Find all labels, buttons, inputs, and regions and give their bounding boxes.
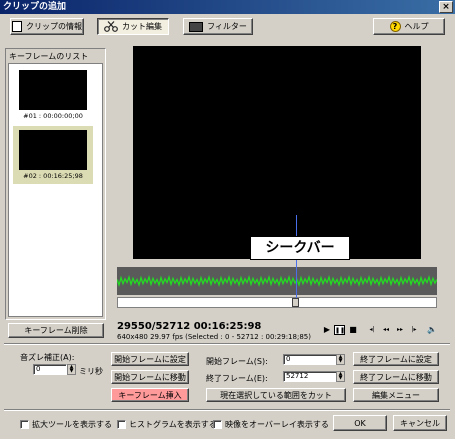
clip-info-label: クリップの情報 xyxy=(26,22,82,31)
keyframe-item[interactable]: #01 : 00:00:00;00 xyxy=(13,66,93,124)
audio-offset-spinner[interactable]: ▲ ▼ xyxy=(67,364,76,375)
close-icon[interactable]: × xyxy=(439,1,453,13)
cut-edit-label: カット編集 xyxy=(122,22,162,31)
keyframe-list-label: キーフレームのリスト xyxy=(9,52,89,61)
video-preview[interactable] xyxy=(133,46,421,259)
start-frame-input[interactable]: 0 xyxy=(283,354,337,365)
set-start-frame-button[interactable]: 開始フレームに設定 xyxy=(111,352,189,366)
seek-thumb[interactable] xyxy=(292,298,299,307)
ok-button[interactable]: OK xyxy=(333,415,387,431)
filter-label: フィルター xyxy=(207,22,247,31)
cut-edit-tab[interactable]: カット編集 xyxy=(97,18,169,35)
fast-forward-icon[interactable]: ▸▸ xyxy=(394,325,406,335)
checkbox-label: 拡大ツールを表示する xyxy=(32,420,112,429)
filter-tab[interactable]: フィルター xyxy=(183,18,253,35)
film-icon xyxy=(189,21,204,32)
seek-bar-callout: シークバー xyxy=(250,236,350,260)
rewind-icon[interactable]: ◂◂ xyxy=(380,325,392,335)
stop-icon[interactable]: ■ xyxy=(348,325,358,335)
end-frame-spinner[interactable]: ▲ ▼ xyxy=(336,371,345,382)
waveform-line xyxy=(117,274,437,288)
keyframe-panel: キーフレームのリスト #01 : 00:00:00;00 #02 : 00:16… xyxy=(5,48,106,320)
play-icon[interactable]: ▶ xyxy=(322,325,332,335)
cut-selection-button[interactable]: 現在選択している範囲をカット xyxy=(206,388,346,402)
help-icon: ? xyxy=(389,21,401,32)
divider xyxy=(4,409,450,411)
keyframe-thumbnail xyxy=(19,70,87,110)
preview-area xyxy=(111,46,446,341)
delete-keyframe-button[interactable]: キーフレーム削除 xyxy=(8,323,104,338)
help-button[interactable]: ? ヘルプ xyxy=(373,18,445,35)
cancel-button[interactable]: キャンセル xyxy=(393,415,447,431)
checkbox-box[interactable] xyxy=(117,420,126,429)
document-icon xyxy=(12,21,22,32)
start-frame-label: 開始フレーム(S): xyxy=(206,357,268,366)
end-frame-input[interactable]: 52712 xyxy=(283,371,337,382)
keyframe-list[interactable]: #01 : 00:00:00;00 #02 : 00:16:25;98 xyxy=(8,63,103,317)
end-frame-label: 終了フレーム(E): xyxy=(206,374,268,383)
clip-info-tab[interactable]: クリップの情報 xyxy=(10,18,84,35)
keyframe-item-selected[interactable]: #02 : 00:16:25;98 xyxy=(13,126,93,184)
audio-offset-input[interactable]: 0 xyxy=(33,364,67,375)
checkbox-label: ヒストグラムを表示する xyxy=(129,420,217,429)
pause-icon[interactable]: ❚❚ xyxy=(334,325,345,335)
set-end-frame-button[interactable]: 終了フレームに設定 xyxy=(353,352,439,366)
keyframe-caption: #02 : 00:16:25;98 xyxy=(23,172,83,180)
show-zoom-tool-checkbox[interactable]: 拡大ツールを表示する xyxy=(20,419,112,430)
video-info: 640x480 29.97 fps (Selected : 0 - 52712 … xyxy=(117,333,311,341)
show-histogram-checkbox[interactable]: ヒストグラムを表示する xyxy=(117,419,217,430)
window-titlebar: クリップの追加 × xyxy=(0,0,455,14)
window-title: クリップの追加 xyxy=(3,2,67,12)
overlay-video-checkbox[interactable]: 映像をオーバーレイ表示する xyxy=(213,419,329,430)
checkbox-box[interactable] xyxy=(213,420,222,429)
next-keyframe-icon[interactable]: |▸ xyxy=(408,325,420,335)
position-readout: 29550/52712 00:16:25:98 xyxy=(117,321,262,332)
keyframe-caption: #01 : 00:00:00;00 xyxy=(23,112,83,120)
prev-keyframe-icon[interactable]: ◂| xyxy=(366,325,378,335)
audio-offset-label: 音ズレ補正(A): xyxy=(20,353,75,362)
edit-menu-button[interactable]: 編集メニュー xyxy=(353,388,439,402)
audio-offset-unit: ミリ秒 xyxy=(79,367,103,376)
seek-bar[interactable] xyxy=(117,297,437,308)
divider xyxy=(4,343,450,345)
checkbox-box[interactable] xyxy=(20,420,29,429)
volume-icon[interactable]: 🔈 xyxy=(426,325,438,335)
help-label: ヘルプ xyxy=(404,22,429,31)
goto-end-frame-button[interactable]: 終了フレームに移動 xyxy=(353,370,439,384)
audio-waveform xyxy=(117,267,437,295)
insert-keyframe-button[interactable]: キーフレーム挿入 xyxy=(111,388,189,402)
goto-start-frame-button[interactable]: 開始フレームに移動 xyxy=(111,370,189,384)
start-frame-spinner[interactable]: ▲ ▼ xyxy=(336,354,345,365)
scissors-icon xyxy=(104,21,118,32)
keyframe-thumbnail xyxy=(19,130,87,170)
checkbox-label: 映像をオーバーレイ表示する xyxy=(225,420,329,429)
